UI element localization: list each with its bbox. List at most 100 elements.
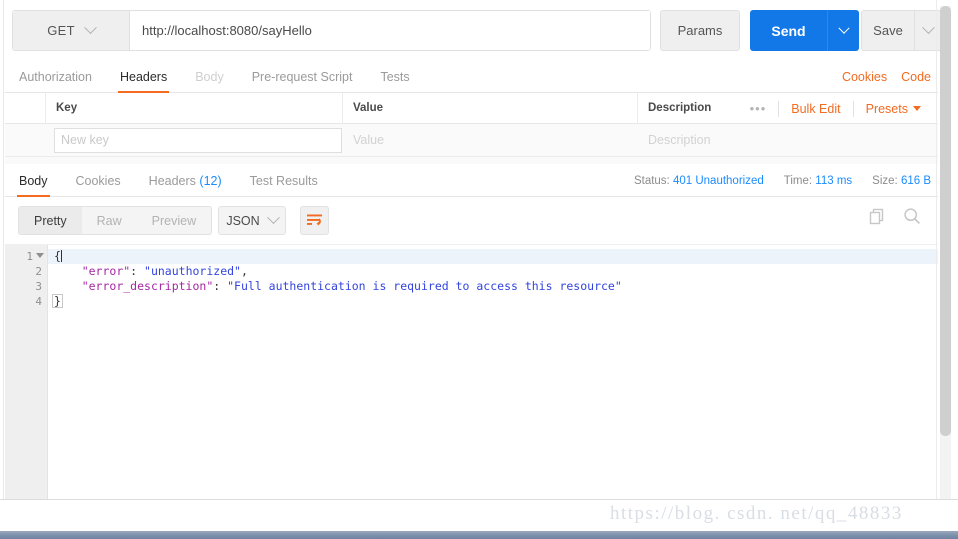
response-body-editor[interactable]: 1 2 3 4 { "error": "unauthorized", "erro…	[5, 244, 938, 506]
vertical-scrollbar-thumb[interactable]	[940, 6, 951, 436]
presets-button[interactable]: Presets	[854, 102, 933, 116]
fold-arrow-icon[interactable]	[36, 253, 44, 258]
line-number[interactable]: 1	[5, 249, 47, 264]
tab-label: Test Results	[249, 173, 318, 188]
save-button[interactable]: Save	[862, 11, 914, 50]
new-key-input[interactable]	[54, 127, 342, 153]
tab-headers[interactable]: Headers	[106, 60, 181, 93]
tab-label: Pre-request Script	[251, 69, 353, 84]
tab-body[interactable]: Body	[181, 60, 238, 93]
copy-icon[interactable]	[869, 208, 886, 230]
size-label: Size:	[872, 174, 898, 187]
save-options-button[interactable]	[914, 11, 942, 50]
content-right-edge	[936, 0, 937, 516]
headers-table-tools: ••• Bulk Edit Presets	[738, 93, 933, 124]
tab-authorization[interactable]: Authorization	[5, 60, 106, 93]
line-number-text: 2	[35, 265, 42, 278]
view-label: Pretty	[34, 213, 67, 228]
line-number-text: 3	[35, 280, 42, 293]
request-tab-links: Cookies Code	[842, 60, 931, 93]
tab-label: Headers	[148, 173, 196, 188]
column-value-label: Value	[353, 102, 384, 114]
tab-label: Body	[19, 173, 48, 188]
send-options-button[interactable]	[827, 10, 859, 51]
description-placeholder: Description	[648, 133, 711, 147]
row-description-cell[interactable]: Description	[638, 124, 938, 157]
chevron-down-icon	[266, 211, 280, 225]
tab-test-results[interactable]: Test Results	[236, 164, 332, 197]
row-checkbox-cell[interactable]	[5, 124, 46, 157]
tab-response-headers[interactable]: Headers (12)	[135, 164, 236, 197]
code-line: "error_description": "Full authenticatio…	[48, 279, 938, 294]
tab-label: Authorization	[19, 69, 92, 84]
tab-response-body[interactable]: Body	[5, 164, 62, 197]
response-tabs: Body Cookies Headers (12) Test Results	[5, 164, 332, 197]
row-value-cell[interactable]: Value	[343, 124, 638, 157]
params-button[interactable]: Params	[660, 10, 740, 51]
line-number: 2	[5, 264, 47, 279]
row-key-cell[interactable]	[46, 124, 343, 157]
url-group: GET http://localhost:8080/sayHello	[12, 10, 651, 51]
cookies-link[interactable]: Cookies	[842, 70, 887, 84]
http-method-dropdown[interactable]: GET	[13, 11, 130, 50]
save-group: Save	[861, 10, 943, 51]
column-value: Value	[343, 92, 638, 124]
time-value: 113 ms	[815, 174, 853, 187]
size-group: Size: 616 B	[872, 175, 931, 187]
code-token-key: "error_description"	[81, 279, 214, 293]
code-line: "error": "unauthorized",	[48, 264, 938, 279]
more-options-icon[interactable]: •••	[738, 101, 779, 116]
tab-pre-request-script[interactable]: Pre-request Script	[238, 60, 367, 93]
chevron-down-icon	[922, 21, 935, 35]
text-caret	[60, 250, 62, 262]
code-link[interactable]: Code	[901, 70, 931, 84]
header-checkbox-column	[5, 92, 46, 124]
send-group: Send	[750, 10, 859, 51]
request-tab-bar: Authorization Headers Body Pre-request S…	[5, 60, 938, 93]
word-wrap-icon	[307, 214, 322, 226]
tab-tests[interactable]: Tests	[366, 60, 423, 93]
code-token-string: "unauthorized"	[144, 264, 241, 278]
tab-response-cookies[interactable]: Cookies	[62, 164, 135, 197]
code-line: {	[48, 249, 938, 264]
send-button[interactable]: Send	[750, 10, 827, 51]
response-status-bar: Status: 401 Unauthorized Time: 113 ms Si…	[634, 164, 931, 197]
presets-label: Presets	[865, 101, 908, 116]
code-token: {	[54, 249, 61, 263]
code-token-matching-brace: }	[52, 294, 63, 308]
headers-new-row: Value Description	[5, 124, 938, 157]
line-number-text: 4	[35, 295, 42, 308]
send-label: Send	[771, 22, 806, 39]
view-preview-button[interactable]: Preview	[137, 207, 211, 234]
view-label: Preview	[151, 213, 197, 228]
code-content[interactable]: { "error": "unauthorized", "error_descri…	[48, 245, 938, 506]
request-tabs: Authorization Headers Body Pre-request S…	[5, 60, 424, 93]
save-label: Save	[873, 23, 903, 38]
code-token-string: "Full authentication is required to acce…	[227, 279, 622, 293]
format-label: JSON	[226, 213, 260, 228]
tab-label: Body	[195, 69, 224, 84]
tab-label: Headers	[119, 69, 168, 84]
code-token: :	[213, 279, 228, 293]
size-value: 616 B	[900, 174, 931, 187]
code-line: }	[48, 294, 938, 309]
status-group: Status: 401 Unauthorized	[634, 175, 764, 187]
headers-table-header-row: Key Value Description ••• Bulk Edit Pres…	[5, 92, 938, 124]
view-raw-button[interactable]: Raw	[82, 207, 137, 234]
request-builder-row: GET http://localhost:8080/sayHello Param…	[5, 0, 943, 60]
window-bottom-bar	[0, 531, 958, 539]
line-number: 3	[5, 279, 47, 294]
view-pretty-button[interactable]: Pretty	[19, 207, 82, 234]
status-label: Status:	[633, 174, 670, 187]
url-input[interactable]: http://localhost:8080/sayHello	[130, 11, 650, 50]
response-toolbar: Pretty Raw Preview JSON	[5, 197, 938, 244]
chevron-down-icon	[837, 22, 850, 34]
url-text: http://localhost:8080/sayHello	[142, 23, 312, 38]
bulk-edit-button[interactable]: Bulk Edit	[779, 102, 852, 116]
response-view-switch: Pretty Raw Preview	[18, 206, 213, 235]
search-icon[interactable]	[903, 207, 921, 230]
word-wrap-toggle[interactable]	[300, 206, 329, 235]
tab-label: Tests	[380, 69, 410, 84]
response-format-dropdown[interactable]: JSON	[218, 206, 286, 235]
